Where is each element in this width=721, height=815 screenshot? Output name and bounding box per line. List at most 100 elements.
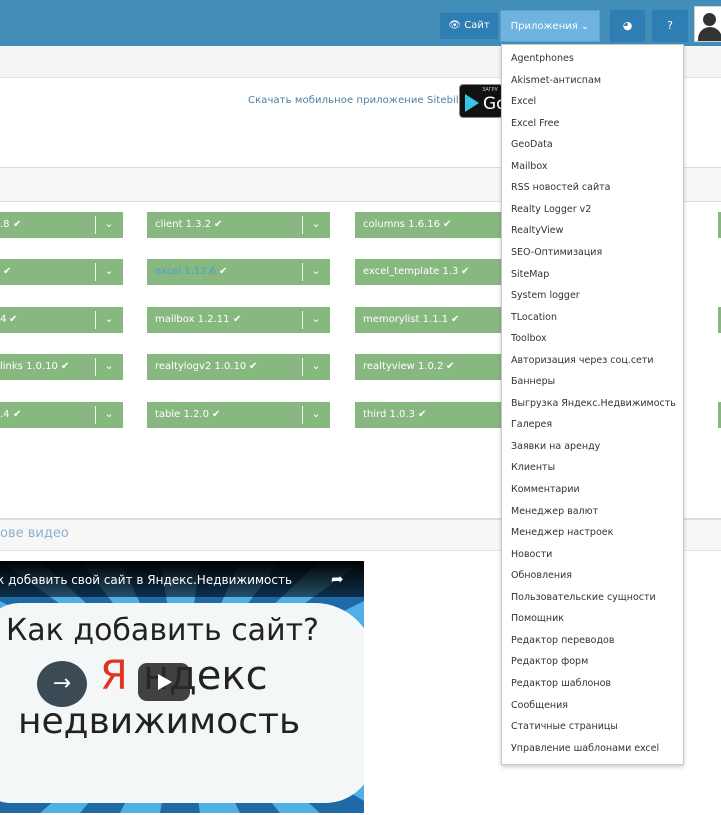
chevron-down-icon[interactable]: ⌄ [96, 259, 122, 285]
check-icon: ✔ [418, 409, 427, 420]
app-button-stub[interactable] [716, 402, 721, 428]
check-icon: ✔ [443, 219, 452, 230]
check-icon: ✔ [219, 266, 228, 277]
yandex-logo-ya: Я [100, 653, 128, 699]
check-icon: ✔ [214, 219, 223, 230]
play-icon [158, 674, 172, 690]
dropdown-menu-item[interactable]: Менеджер настроек [511, 524, 681, 542]
dropdown-menu-item[interactable]: TLocation [511, 309, 681, 327]
chevron-down-icon[interactable]: ⌄ [96, 402, 122, 428]
dropdown-menu-item[interactable]: Выгрузка Яндекс.Недвижимость [511, 395, 681, 413]
dropdown-menu-item[interactable]: Авторизация через соц.сети [511, 352, 681, 370]
app-button-label: memorylist 1.1.1 [363, 314, 449, 325]
dropdown-menu-item[interactable]: Mailbox [511, 158, 681, 176]
chevron-down-icon[interactable]: ⌄ [96, 354, 122, 380]
check-icon: ✔ [3, 266, 12, 277]
video-headline: Как добавить сайт? [6, 613, 319, 648]
dropdown-menu-item[interactable]: SEO-Оптимизация [511, 244, 681, 262]
google-play-badge[interactable]: ЗАГРУ Go [459, 84, 503, 118]
play-store-icon [465, 94, 479, 112]
chevron-down-icon[interactable]: ⌄ [303, 354, 329, 380]
dropdown-menu-item[interactable]: Akismet-антиспам [511, 72, 681, 90]
app-button[interactable]: table 1.2.0 ✔ ⌄ [147, 402, 330, 428]
app-button[interactable]: excel 1.12.6 ✔ ⌄ [147, 259, 330, 285]
app-button[interactable]: 4 ✔ ⌄ [0, 307, 123, 333]
app-button[interactable]: links 1.0.10 ✔ ⌄ [0, 354, 123, 380]
dropdown-menu-item[interactable]: Управление шаблонами excel [511, 740, 681, 758]
check-icon: ✔ [451, 314, 460, 325]
dropdown-menu-item[interactable]: Realty Logger v2 [511, 201, 681, 219]
help-button[interactable]: ? [652, 10, 688, 42]
video-player[interactable]: к добавить свой сайт в Яндекс.Недвижимос… [0, 561, 364, 813]
user-body-icon [698, 27, 721, 41]
dropdown-menu-item[interactable]: Помощник [511, 610, 681, 628]
apps-button-label: Приложения [510, 21, 578, 32]
app-button-label: 4 [0, 314, 7, 325]
chevron-down-icon[interactable]: ⌄ [303, 307, 329, 333]
dropdown-menu-item[interactable]: Клиенты [511, 459, 681, 477]
apps-dropdown-button[interactable]: Приложения ⌄ [500, 10, 600, 42]
dropdown-menu-item[interactable]: Сообщения [511, 697, 681, 715]
app-button-label: .4 [0, 409, 10, 420]
app-button-label: mailbox 1.2.11 [155, 314, 230, 325]
dropdown-menu-item[interactable]: Менеджер валют [511, 503, 681, 521]
dropdown-menu-item[interactable]: Редактор переводов [511, 632, 681, 650]
dropdown-menu-item[interactable]: Галерея [511, 416, 681, 434]
dropdown-menu-item[interactable]: Редактор шаблонов [511, 675, 681, 693]
top-navbar: 👁 Сайт Приложения ⌄ ◕ ? [0, 0, 721, 46]
check-icon: ✔ [212, 409, 221, 420]
video-section-title: ове видео [0, 526, 69, 541]
chevron-down-icon[interactable]: ⌄ [303, 402, 329, 428]
avatar[interactable] [694, 6, 721, 42]
dropdown-menu-item[interactable]: Редактор форм [511, 653, 681, 671]
chevron-down-icon[interactable]: ⌄ [96, 212, 122, 238]
app-button[interactable]: .4 ✔ ⌄ [0, 402, 123, 428]
dropdown-menu-item[interactable]: Статичные страницы [511, 718, 681, 736]
app-button-stub[interactable] [716, 307, 721, 333]
dropdown-menu-item[interactable]: RSS новостей сайта [511, 179, 681, 197]
dropdown-menu-item[interactable]: Баннеры [511, 373, 681, 391]
app-button[interactable]: realtylogv2 1.0.10 ✔ ⌄ [147, 354, 330, 380]
dropdown-menu-item[interactable]: SiteMap [511, 266, 681, 284]
chevron-down-icon[interactable]: ⌄ [303, 212, 329, 238]
app-button-label: table 1.2.0 [155, 409, 209, 420]
app-button-label: third 1.0.3 [363, 409, 415, 420]
app-button[interactable]: mailbox 1.2.11 ✔ ⌄ [147, 307, 330, 333]
app-button[interactable]: ✔ ⌄ [0, 259, 123, 285]
video-title[interactable]: к добавить свой сайт в Яндекс.Недвижимос… [0, 573, 292, 587]
app-button-label: excel 1.12.6 [155, 266, 217, 277]
app-button[interactable]: client 1.3.2 ✔ ⌄ [147, 212, 330, 238]
dropdown-menu-item[interactable]: Excel [511, 93, 681, 111]
chevron-down-icon[interactable]: ⌄ [303, 259, 329, 285]
check-icon: ✔ [9, 314, 18, 325]
dropdown-menu-item[interactable]: System logger [511, 287, 681, 305]
check-icon: ✔ [13, 409, 22, 420]
check-icon: ✔ [446, 361, 455, 372]
dropdown-menu-item[interactable]: Toolbox [511, 330, 681, 348]
globe-button[interactable]: ◕ [610, 10, 645, 42]
eye-icon: 👁 [448, 20, 462, 31]
dropdown-menu-item[interactable]: Новости [511, 546, 681, 564]
dropdown-menu-item[interactable]: Обновления [511, 567, 681, 585]
mobile-app-link[interactable]: Скачать мобильное приложение Sitebill [248, 95, 462, 106]
badge-small-text: ЗАГРУ [482, 87, 498, 93]
check-icon: ✔ [233, 314, 242, 325]
chevron-down-icon: ⌄ [580, 21, 590, 32]
dropdown-menu-item[interactable]: Пользовательские сущности [511, 589, 681, 607]
app-button[interactable]: .8 ✔ ⌄ [0, 212, 123, 238]
app-button-label: realtyview 1.0.2 [363, 361, 444, 372]
play-button[interactable] [138, 663, 190, 701]
app-button-label: .8 [0, 219, 10, 230]
dropdown-menu-item[interactable]: Заявки на аренду [511, 438, 681, 456]
app-button-stub[interactable] [716, 212, 721, 238]
site-button[interactable]: 👁 Сайт [440, 13, 498, 39]
app-button-label: client 1.3.2 [155, 219, 212, 230]
check-icon: ✔ [249, 361, 258, 372]
dropdown-menu-item[interactable]: RealtyView [511, 222, 681, 240]
share-icon[interactable]: ➦ [331, 570, 344, 588]
dropdown-menu-item[interactable]: Комментарии [511, 481, 681, 499]
dropdown-menu-item[interactable]: Agentphones [511, 50, 681, 68]
chevron-down-icon[interactable]: ⌄ [96, 307, 122, 333]
dropdown-menu-item[interactable]: GeoData [511, 136, 681, 154]
dropdown-menu-item[interactable]: Excel Free [511, 115, 681, 133]
